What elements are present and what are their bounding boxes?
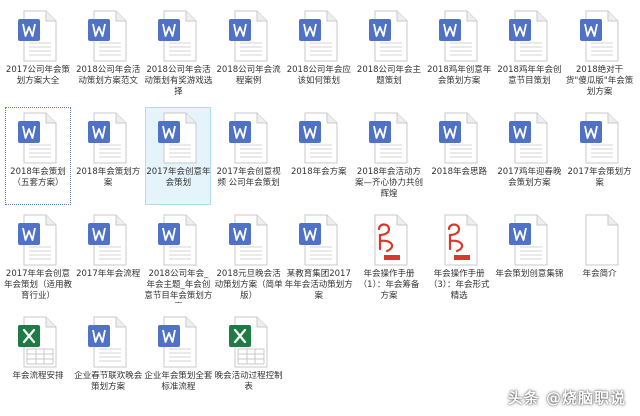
file-name-label: 2018鸡年创意年会策划方案 [427, 65, 492, 86]
word-doc-icon [369, 112, 408, 164]
file-item[interactable]: 企业春节联欢晚会策划方案 [74, 311, 143, 409]
file-name-label: 企业年会策划全套标准流程 [144, 371, 213, 392]
excel-sheet-icon [228, 316, 268, 368]
file-name-label: 2018公司年会应该如何策划 [286, 65, 351, 86]
word-doc-icon [158, 214, 197, 266]
file-name-label: 年会流程安排 [12, 371, 64, 381]
file-name-label: 2018公司年会主题策划 [356, 65, 422, 86]
file-item[interactable]: 年会操作手册（1）：年会筹备方案 [356, 209, 422, 307]
file-name-label: 年会操作手册（3）：年会形式精选 [428, 269, 490, 301]
file-name-label: 2017年会创意年会策划 [146, 167, 211, 188]
file-name-label: 2017年年会创意年会策划（适用教育行业） [4, 269, 72, 301]
word-doc-icon [228, 10, 268, 62]
word-doc-icon [298, 112, 338, 164]
file-name-label: 年会策划创意集锦 [495, 269, 564, 279]
word-doc-icon [18, 112, 57, 164]
file-item[interactable]: 2018年会策划方案 [75, 107, 141, 205]
file-item[interactable]: 2017年会策划方案 [567, 107, 633, 205]
word-doc-icon [18, 214, 57, 266]
word-doc-icon [509, 214, 548, 266]
file-name-label: 2018元旦晚会活动策划方案（简单版） [214, 269, 283, 301]
word-doc-icon [228, 112, 268, 164]
file-item[interactable]: 年会操作手册（3）：年会形式精选 [426, 209, 492, 307]
word-doc-icon [439, 10, 478, 62]
file-item[interactable]: 2018年会策划（五套方案） [5, 107, 71, 205]
file-name-label: 2017年会策划方案 [567, 167, 632, 188]
file-item[interactable]: 某教育集团2017年年会活动策划方案 [284, 209, 353, 307]
file-item[interactable]: 2018公司年会活动策划有奖游戏选择 [144, 5, 213, 103]
word-doc-icon [158, 112, 197, 164]
file-item[interactable]: 2018绝对干货"傻瓜版"年会策划方案 [565, 5, 634, 103]
file-item[interactable]: 年会策划创意集锦 [495, 209, 564, 307]
file-grid: 2017公司年会策划方案大全 2018公司年会活动策划方案范文 2018公司年会活动… [0, 0, 640, 416]
file-name-label: 2018公司年会活动策划方案范文 [76, 65, 141, 86]
pdf-doc-icon [444, 214, 478, 266]
blank-doc-icon [585, 214, 619, 266]
file-name-label: 晚会活动过程控制表 [214, 371, 283, 392]
file-item[interactable]: 2017年年会创意年会策划（适用教育行业） [4, 209, 72, 307]
file-name-label: 2018公司年会流程案例 [216, 65, 281, 86]
word-doc-icon [88, 214, 127, 266]
word-doc-icon [88, 112, 127, 164]
file-item[interactable]: 2018年会方案 [286, 107, 352, 205]
word-doc-icon [88, 10, 127, 62]
file-name-label: 2017鸡年迎春晚会策划方案 [497, 167, 562, 188]
file-name-label: 2018年会策划（五套方案） [10, 167, 66, 188]
file-item[interactable]: 2018公司年会流程案例 [216, 5, 282, 103]
file-item[interactable]: 晚会活动过程控制表 [214, 311, 283, 409]
file-name-label: 2017年年会流程 [76, 269, 141, 279]
file-name-label: 2018年会方案 [290, 167, 347, 177]
pdf-doc-icon [374, 214, 408, 266]
file-item[interactable]: 年会简介 [567, 209, 633, 307]
file-name-label: 企业春节联欢晚会策划方案 [74, 371, 143, 392]
word-doc-icon [298, 10, 338, 62]
file-item[interactable]: 2018公司年会应该如何策划 [286, 5, 352, 103]
word-doc-icon [509, 10, 548, 62]
file-item[interactable]: 2018公司年会活动策划方案范文 [75, 5, 141, 103]
word-doc-icon [579, 10, 619, 62]
word-doc-icon [158, 316, 197, 368]
word-doc-icon [579, 112, 619, 164]
file-item[interactable]: 2018鸡年年会创意节目策划 [496, 5, 562, 103]
file-item[interactable]: 2017年会创意视频 公司年会策划 [216, 107, 282, 205]
word-doc-icon [88, 316, 127, 368]
word-doc-icon [158, 10, 197, 62]
file-name-label: 2018年会活动方案—齐心协力共创辉煌 [355, 167, 423, 199]
word-doc-icon [298, 214, 338, 266]
file-item[interactable]: 2018元旦晚会活动策划方案（简单版） [214, 209, 283, 307]
file-name-label: 2018年会思路 [431, 167, 487, 177]
file-item[interactable]: 2018年会思路 [426, 107, 492, 205]
watermark-text: 头条 @烧脑职说 [507, 389, 626, 407]
file-item[interactable]: 企业年会策划全套标准流程 [144, 311, 213, 409]
file-name-label: 2018公司年会_年会主题_年会创意节目年会策划方案 [144, 269, 213, 303]
file-name-label: 2018绝对干货"傻瓜版"年会策划方案 [565, 65, 634, 97]
excel-sheet-icon [18, 316, 57, 368]
file-item[interactable]: 2017年会创意年会策划 [145, 107, 212, 205]
file-item[interactable]: 2018年会活动方案—齐心协力共创辉煌 [355, 107, 423, 205]
file-name-label: 年会简介 [582, 269, 617, 279]
file-item[interactable]: 2017鸡年迎春晚会策划方案 [496, 107, 562, 205]
file-item[interactable]: 2018鸡年创意年会策划方案 [426, 5, 492, 103]
file-item[interactable]: 年会流程安排 [5, 311, 71, 409]
word-doc-icon [369, 10, 408, 62]
word-doc-icon [18, 10, 57, 62]
file-name-label: 2018公司年会活动策划有奖游戏选择 [144, 65, 213, 97]
file-name-label: 2017公司年会策划方案大全 [5, 65, 71, 86]
file-name-label: 某教育集团2017年年会活动策划方案 [284, 269, 353, 301]
word-doc-icon [439, 112, 478, 164]
file-name-label: 2018年会策划方案 [76, 167, 141, 188]
word-doc-icon [509, 112, 548, 164]
file-item[interactable]: 2018公司年会_年会主题_年会创意节目年会策划方案 [144, 209, 213, 307]
file-name-label: 年会操作手册（1）：年会筹备方案 [358, 269, 420, 301]
file-item[interactable]: 2018公司年会主题策划 [356, 5, 422, 103]
file-item[interactable]: 2017公司年会策划方案大全 [5, 5, 71, 103]
file-name-label: 2018鸡年年会创意节目策划 [497, 65, 562, 86]
file-name-label: 2017年会创意视频 公司年会策划 [216, 167, 281, 188]
word-doc-icon [228, 214, 268, 266]
file-item[interactable]: 2017年年会流程 [75, 209, 141, 307]
